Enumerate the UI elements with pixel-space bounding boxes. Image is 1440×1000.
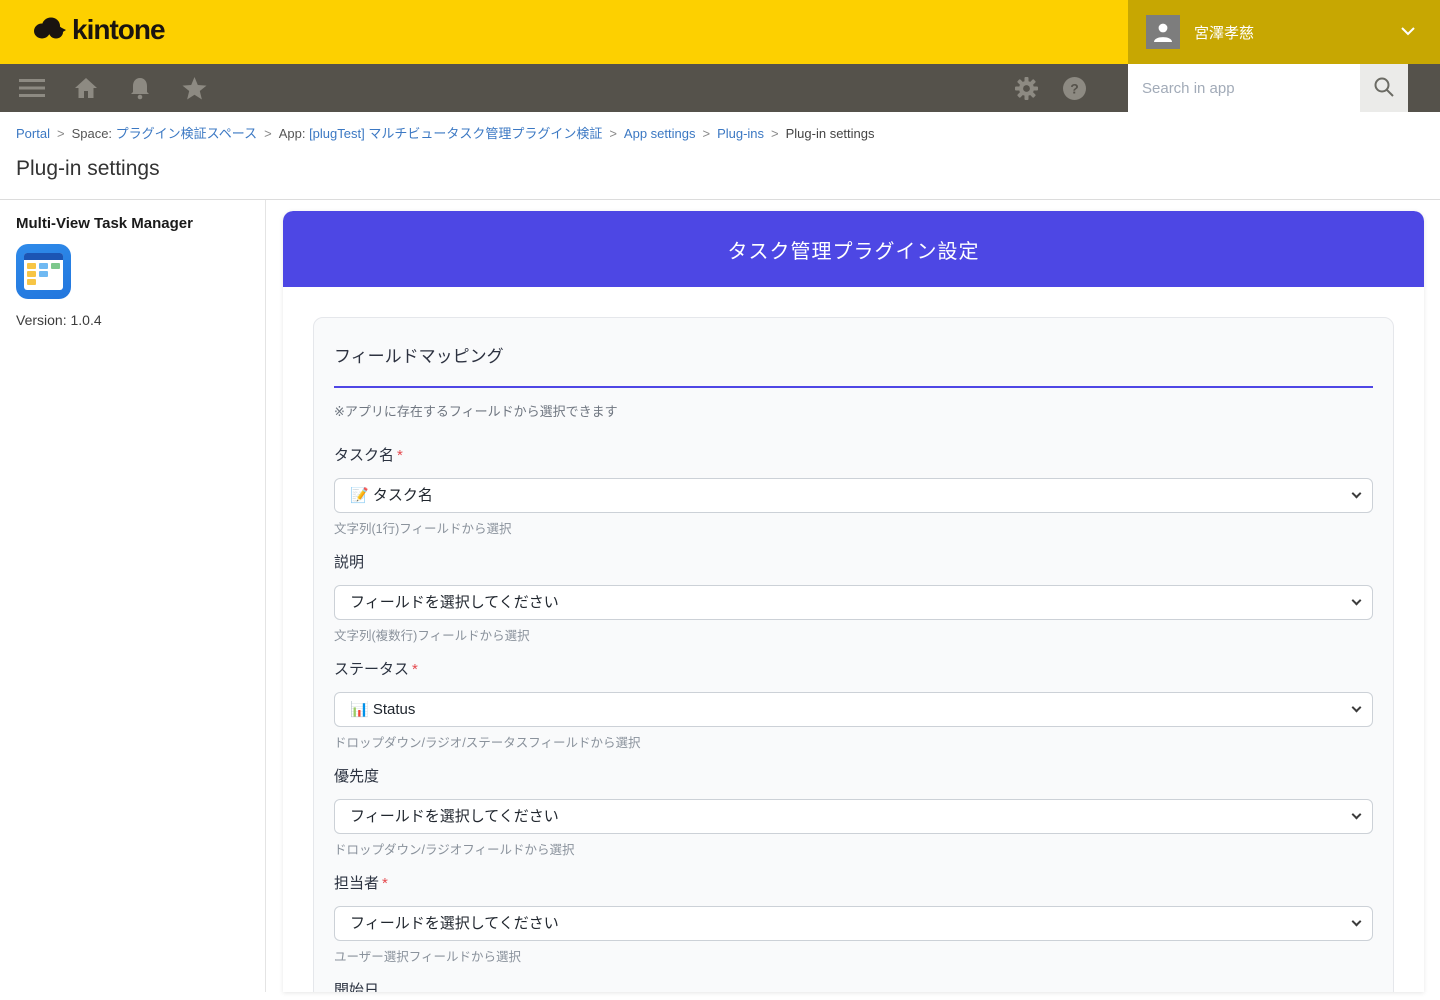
field-label: 開始日 [334, 981, 1373, 992]
required-asterisk: * [397, 447, 403, 464]
plugin-name: Multi-View Task Manager [16, 215, 249, 232]
panel-header: タスク管理プラグイン設定 [283, 211, 1424, 287]
main-area: タスク管理プラグイン設定 フィールドマッピング ※アプリに存在するフィールドから… [266, 200, 1440, 992]
breadcrumb-prefix: Space: [72, 126, 116, 141]
breadcrumb-link[interactable]: Portal [16, 126, 50, 141]
panel-title: タスク管理プラグイン設定 [728, 235, 980, 264]
field-select[interactable]: フィールドを選択してください [334, 799, 1373, 834]
field-select-wrap: フィールドを選択してください [334, 799, 1373, 834]
plugin-icon-col1 [27, 263, 36, 285]
kintone-cloud-icon [32, 15, 66, 46]
kintone-logo[interactable]: kintone [32, 14, 165, 46]
notification-bell-icon[interactable] [120, 68, 160, 108]
settings-panel: タスク管理プラグイン設定 フィールドマッピング ※アプリに存在するフィールドから… [283, 211, 1424, 992]
section-title: フィールドマッピング [334, 342, 1373, 388]
breadcrumb-separator: > [771, 126, 779, 141]
breadcrumb-link[interactable]: Plug-ins [717, 126, 764, 141]
field-list: タスク名* 📝 タスク名文字列(1行)フィールドから選択説明フィールドを選択してく… [334, 446, 1373, 992]
svg-text:?: ? [1070, 80, 1079, 96]
user-name: 宮澤孝慈 [1194, 22, 1386, 43]
logo-text: kintone [72, 14, 165, 46]
field-select-wrap: フィールドを選択してください [334, 906, 1373, 941]
help-icon[interactable]: ? [1054, 68, 1094, 108]
toolbar: ? [0, 64, 1440, 112]
page-title: Plug-in settings [0, 142, 1440, 181]
search-icon [1373, 76, 1395, 101]
plugin-icon-columns [24, 260, 63, 288]
field-help: ユーザー選択フィールドから選択 [334, 949, 1373, 965]
required-asterisk: * [382, 875, 388, 892]
field-row: 優先度フィールドを選択してくださいドロップダウン/ラジオフィールドから選択 [334, 767, 1373, 858]
field-row: 説明フィールドを選択してください文字列(複数行)フィールドから選択 [334, 553, 1373, 644]
home-icon[interactable] [66, 68, 106, 108]
section-note: ※アプリに存在するフィールドから選択できます [334, 401, 1373, 420]
breadcrumb-link[interactable]: プラグイン検証スペース [116, 126, 257, 141]
field-select-wrap: 📊 Status [334, 692, 1373, 727]
user-avatar-icon [1146, 15, 1180, 49]
breadcrumb-separator: > [57, 126, 65, 141]
user-menu[interactable]: 宮澤孝慈 [1128, 0, 1440, 64]
field-row: タスク名* 📝 タスク名文字列(1行)フィールドから選択 [334, 446, 1373, 537]
field-label: 担当者* [334, 874, 1373, 894]
field-select-wrap: 📝 タスク名 [334, 478, 1373, 513]
breadcrumb-link[interactable]: [plugTest] マルチビュータスク管理プラグイン検証 [309, 126, 602, 141]
toolbar-left [0, 68, 214, 108]
breadcrumb-prefix: App: [279, 126, 309, 141]
field-select[interactable]: フィールドを選択してください [334, 585, 1373, 620]
field-label: 優先度 [334, 767, 1373, 787]
field-select[interactable]: 📊 Status [334, 692, 1373, 727]
plugin-icon-col3 [51, 263, 60, 285]
plugin-icon-col2 [39, 263, 48, 285]
breadcrumb-separator: > [702, 126, 710, 141]
plugin-app-icon [16, 244, 71, 299]
field-row: ステータス* 📊 Status ドロップダウン/ラジオ/ステータスフィールドから選択 [334, 660, 1373, 751]
search-box [1128, 64, 1408, 112]
toolbar-right: ? [1006, 64, 1094, 112]
field-row: 担当者* フィールドを選択してくださいユーザー選択フィールドから選択 [334, 874, 1373, 965]
field-mapping-card: フィールドマッピング ※アプリに存在するフィールドから選択できます タスク名* 📝… [313, 317, 1394, 992]
hamburger-menu-icon[interactable] [12, 68, 52, 108]
field-select[interactable]: 📝 タスク名 [334, 478, 1373, 513]
plugin-sidebar: Multi-View Task Manager Version: 1.0.4 [0, 200, 266, 992]
field-label: ステータス* [334, 660, 1373, 680]
field-row: 開始日 [334, 981, 1373, 992]
field-select-wrap: フィールドを選択してください [334, 585, 1373, 620]
required-asterisk: * [412, 661, 418, 678]
field-help: 文字列(1行)フィールドから選択 [334, 521, 1373, 537]
field-label: タスク名* [334, 446, 1373, 466]
breadcrumb-separator: > [264, 126, 272, 141]
field-help: 文字列(複数行)フィールドから選択 [334, 628, 1373, 644]
chevron-down-icon [1400, 23, 1416, 41]
search-button[interactable] [1360, 64, 1408, 112]
breadcrumb: Portal > Space: プラグイン検証スペース > App: [plugTest… [0, 112, 1440, 142]
breadcrumb-current: Plug-in settings [786, 126, 875, 141]
plugin-version: Version: 1.0.4 [16, 312, 249, 328]
favorites-star-icon[interactable] [174, 68, 214, 108]
top-header: kintone 宮澤孝慈 [0, 0, 1440, 64]
plugin-icon-header-bar [24, 253, 63, 260]
field-label: 説明 [334, 553, 1373, 573]
field-select[interactable]: フィールドを選択してください [334, 906, 1373, 941]
breadcrumb-separator: > [609, 126, 617, 141]
field-help: ドロップダウン/ラジオフィールドから選択 [334, 842, 1373, 858]
settings-gear-icon[interactable] [1006, 68, 1046, 108]
content-area: Multi-View Task Manager Version: 1.0.4 [0, 200, 1440, 992]
search-input[interactable] [1128, 64, 1360, 112]
breadcrumb-link[interactable]: App settings [624, 126, 696, 141]
plugin-app-icon-board [24, 253, 63, 290]
field-help: ドロップダウン/ラジオ/ステータスフィールドから選択 [334, 735, 1373, 751]
